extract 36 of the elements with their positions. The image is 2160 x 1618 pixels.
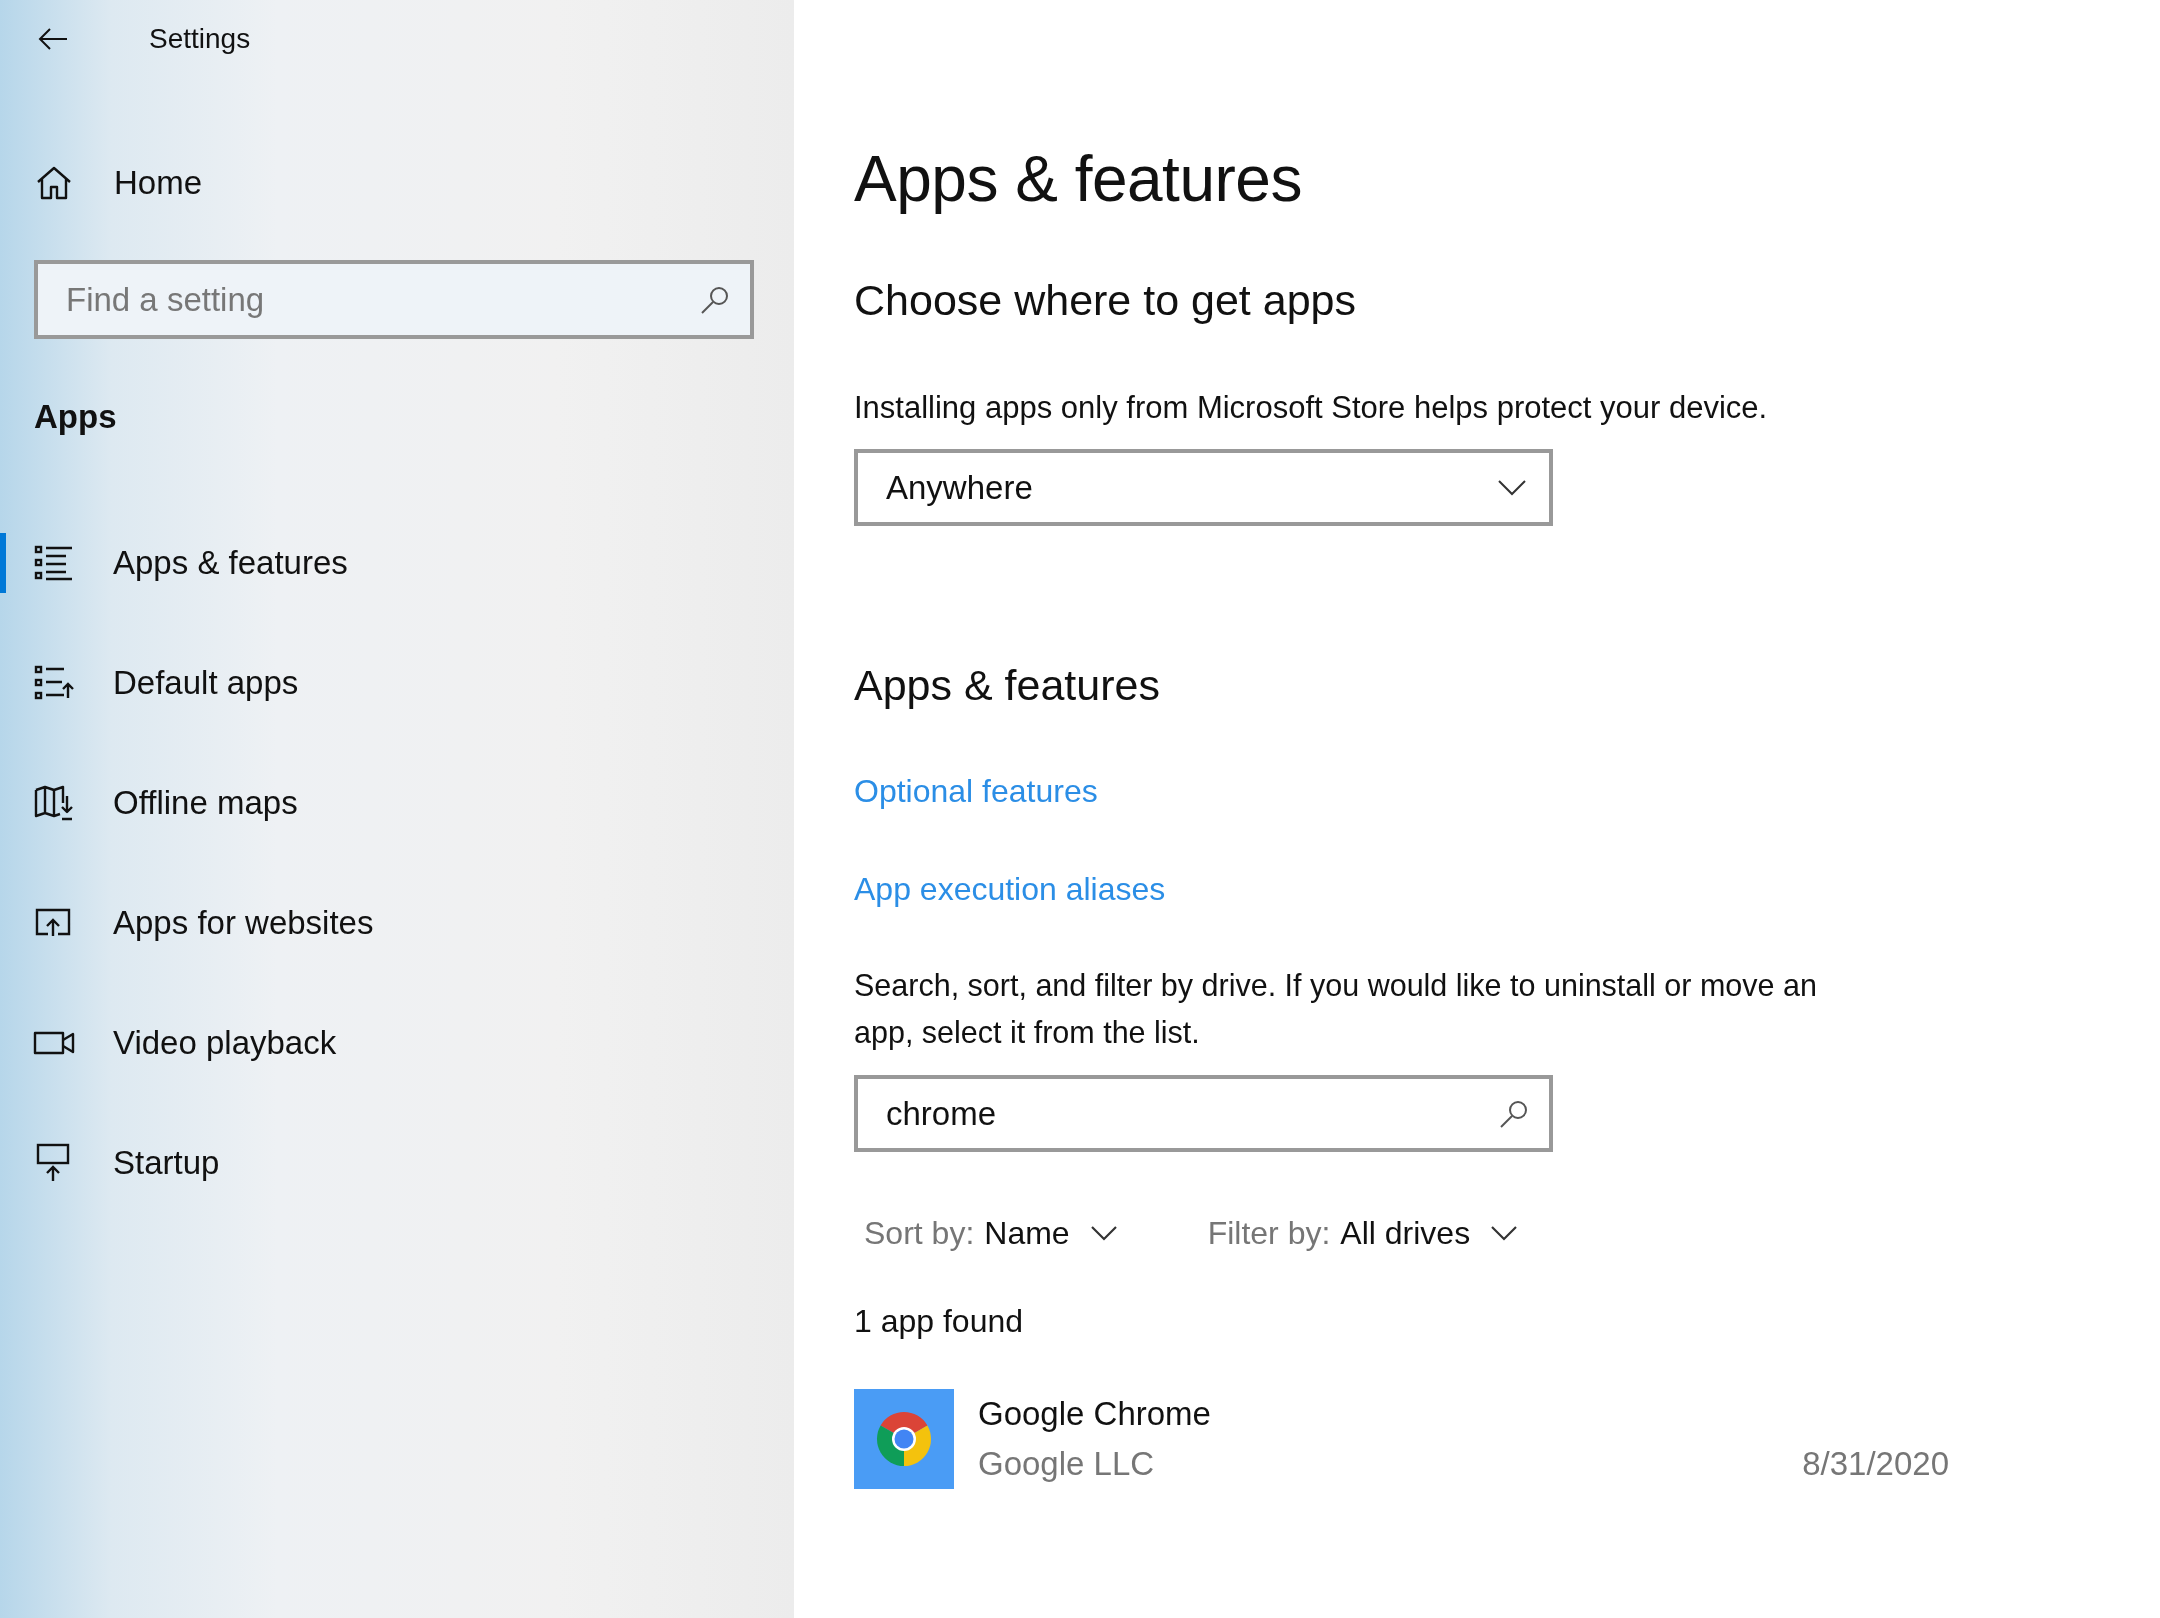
app-icon bbox=[854, 1389, 954, 1489]
nav-item[interactable]: Default apps bbox=[0, 653, 299, 713]
nav-item[interactable]: Offline maps bbox=[0, 773, 298, 833]
home-icon bbox=[36, 166, 72, 200]
page-title: Apps & features bbox=[854, 142, 1302, 217]
nav-item[interactable]: Apps & features bbox=[0, 533, 348, 593]
section-heading: Apps & features bbox=[854, 660, 1160, 711]
result-count: 1 app found bbox=[854, 1302, 1024, 1341]
app-name: Google Chrome bbox=[978, 1394, 1212, 1434]
chevron-down-icon bbox=[1089, 1225, 1118, 1241]
app-publisher: Google LLC bbox=[978, 1444, 1156, 1484]
search-field[interactable]: Find a setting bbox=[34, 260, 754, 339]
chevron-down-icon bbox=[1490, 1225, 1519, 1241]
window-title: Settings bbox=[149, 23, 251, 55]
nav-item[interactable]: Startup bbox=[0, 1133, 220, 1193]
nav-item[interactable]: Apps for websites bbox=[0, 893, 374, 953]
sort-dropdown[interactable]: Sort by: Name bbox=[864, 1211, 1118, 1255]
description-text: Installing apps only from Microsoft Store helps protect your device. bbox=[854, 389, 1768, 427]
map-download-icon bbox=[33, 784, 75, 822]
description-text: Search, sort, and filter by drive. If you would like to uninstall or move an app, select it from the list. bbox=[854, 967, 1818, 1052]
list-arrow-icon bbox=[33, 664, 75, 702]
chevron-down-icon bbox=[1497, 478, 1527, 497]
search-icon bbox=[1499, 1098, 1529, 1129]
section-heading: Apps bbox=[34, 397, 118, 437]
home-nav-item[interactable]: Home bbox=[0, 153, 203, 213]
section-heading: Choose where to get apps bbox=[854, 275, 1356, 326]
nav-item[interactable]: Video playback bbox=[0, 1013, 337, 1073]
back-button[interactable] bbox=[38, 26, 70, 52]
list-icon bbox=[33, 544, 75, 582]
filter-dropdown[interactable]: Filter by: All drives bbox=[1207, 1211, 1519, 1255]
back-arrow-icon bbox=[38, 27, 68, 51]
search-icon bbox=[700, 284, 730, 315]
install-date: 8/31/2020 bbox=[1802, 1444, 1949, 1484]
app-search-field[interactable]: chrome bbox=[854, 1075, 1553, 1152]
app-list-item[interactable]: Google Chrome Google LLC 8/31/2020 bbox=[854, 1389, 1949, 1489]
source-dropdown[interactable]: Anywhere bbox=[854, 449, 1553, 526]
